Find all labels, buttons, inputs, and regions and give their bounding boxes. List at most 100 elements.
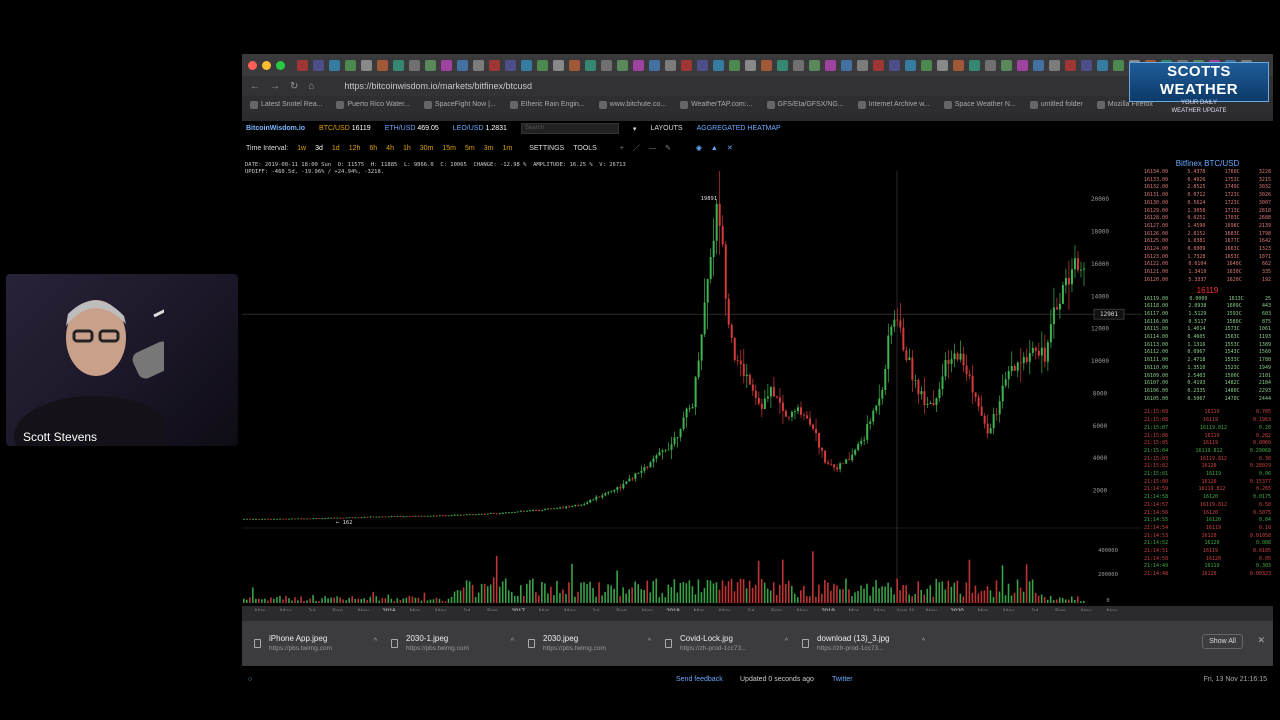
- browser-tab[interactable]: [457, 59, 468, 71]
- browser-tab[interactable]: [1001, 59, 1012, 71]
- pen-tool-icon[interactable]: ✎: [665, 144, 671, 152]
- browser-tab[interactable]: [649, 59, 660, 71]
- browser-tab[interactable]: [761, 59, 772, 71]
- interval-30m[interactable]: 30m: [420, 145, 434, 152]
- browser-tab[interactable]: [889, 59, 900, 71]
- browser-tab[interactable]: [633, 59, 644, 71]
- browser-tab[interactable]: [1113, 59, 1124, 71]
- chevron-up-icon[interactable]: ^: [922, 638, 925, 645]
- browser-tab[interactable]: [601, 59, 612, 71]
- camera-icon[interactable]: ◉: [696, 144, 702, 152]
- browser-tab[interactable]: [665, 59, 676, 71]
- interval-12h[interactable]: 12h: [349, 145, 361, 152]
- browser-tab[interactable]: [1049, 59, 1060, 71]
- browser-tab[interactable]: [585, 59, 596, 71]
- close-window-button[interactable]: [248, 60, 257, 70]
- browser-tab[interactable]: [937, 59, 948, 71]
- url-field[interactable]: https://bitcoinwisdom.io/markets/bitfine…: [344, 81, 532, 91]
- chevron-down-icon[interactable]: ▾: [633, 125, 637, 133]
- download-item[interactable]: 2030.jpeg https://pbs.twimg.com ^: [528, 634, 665, 654]
- browser-tab[interactable]: [617, 59, 628, 71]
- browser-tab[interactable]: [745, 59, 756, 71]
- browser-tab[interactable]: [1081, 59, 1092, 71]
- browser-tab[interactable]: [1017, 59, 1028, 71]
- browser-tab[interactable]: [345, 59, 356, 71]
- alert-icon[interactable]: ▲: [711, 145, 718, 152]
- tools-menu[interactable]: TOOLS: [573, 145, 597, 152]
- browser-tab[interactable]: [521, 59, 532, 71]
- download-item[interactable]: Covid-Lock.jpg https://zh-prod-1cc73... ^: [665, 634, 802, 654]
- bookmark-item[interactable]: Latest Snotel Rea...: [250, 100, 322, 109]
- browser-tab[interactable]: [297, 59, 308, 71]
- browser-tab[interactable]: [841, 59, 852, 71]
- chevron-up-icon[interactable]: ^: [511, 638, 514, 645]
- download-item[interactable]: 2030-1.jpeg https://pbs.twimg.com ^: [391, 634, 528, 654]
- browser-tab[interactable]: [1097, 59, 1108, 71]
- browser-tab[interactable]: [681, 59, 692, 71]
- browser-tab[interactable]: [377, 59, 388, 71]
- bookmark-item[interactable]: Puerto Rico Water...: [336, 100, 410, 109]
- bookmark-item[interactable]: GFS/Eta/GFSX/NG...: [766, 100, 844, 109]
- interval-6h[interactable]: 6h: [369, 145, 377, 152]
- chevron-up-icon[interactable]: ^: [374, 638, 377, 645]
- layouts-menu[interactable]: LAYOUTS: [650, 125, 682, 132]
- interval-1h[interactable]: 1h: [403, 145, 411, 152]
- chevron-up-icon[interactable]: ^: [785, 638, 788, 645]
- bookmark-item[interactable]: SpaceFight Now |...: [423, 100, 496, 109]
- browser-tab[interactable]: [729, 59, 740, 71]
- interval-3m[interactable]: 3m: [484, 145, 494, 152]
- minimize-window-button[interactable]: [262, 60, 271, 70]
- forward-icon[interactable]: →: [270, 81, 280, 92]
- browser-tab[interactable]: [985, 59, 996, 71]
- send-feedback-link[interactable]: Send feedback: [676, 676, 723, 683]
- browser-tab[interactable]: [489, 59, 500, 71]
- pair-ethusd[interactable]: ETH/USD 469.05: [385, 125, 439, 132]
- home-icon[interactable]: ⌂: [308, 81, 314, 92]
- bookmark-item[interactable]: Etheric Rain Engin...: [509, 100, 585, 109]
- browser-tab[interactable]: [361, 59, 372, 71]
- interval-1w[interactable]: 1w: [297, 145, 306, 152]
- browser-tab[interactable]: [425, 59, 436, 71]
- back-icon[interactable]: ←: [250, 81, 260, 92]
- browser-tab[interactable]: [1065, 59, 1076, 71]
- browser-tab[interactable]: [553, 59, 564, 71]
- bookmark-item[interactable]: Space Weather N...: [943, 100, 1016, 109]
- browser-tab[interactable]: [569, 59, 580, 71]
- maximize-window-button[interactable]: [276, 60, 285, 70]
- aggregated-heatmap-link[interactable]: AGGREGATED HEATMAP: [697, 125, 781, 132]
- browser-tab[interactable]: [441, 59, 452, 71]
- browser-tab[interactable]: [969, 59, 980, 71]
- browser-tab[interactable]: [409, 59, 420, 71]
- browser-tab[interactable]: [329, 59, 340, 71]
- line-tool-icon[interactable]: ／: [633, 143, 640, 153]
- download-item[interactable]: iPhone App.jpeg https://pbs.twimg.com ^: [254, 634, 391, 654]
- show-all-downloads-button[interactable]: Show All: [1202, 634, 1243, 649]
- price-chart[interactable]: 2000018000160001400012000100008000600040…: [242, 171, 1142, 611]
- close-icon[interactable]: ✕: [727, 144, 733, 152]
- browser-tab[interactable]: [873, 59, 884, 71]
- settings-menu[interactable]: SETTINGS: [529, 145, 564, 152]
- browser-tab[interactable]: [921, 59, 932, 71]
- twitter-link[interactable]: Twitter: [832, 676, 853, 683]
- browser-tab[interactable]: [825, 59, 836, 71]
- browser-tab[interactable]: [953, 59, 964, 71]
- reload-icon[interactable]: ↻: [290, 81, 298, 92]
- browser-tab[interactable]: [313, 59, 324, 71]
- close-downloads-icon[interactable]: ✕: [1257, 635, 1265, 646]
- pair-leousd[interactable]: LEO/USD 1.2831: [453, 125, 507, 132]
- site-logo[interactable]: BitcoinWisdom.io: [246, 125, 305, 132]
- interval-1d[interactable]: 1d: [332, 145, 340, 152]
- bookmark-item[interactable]: Internet Archive w...: [857, 100, 930, 109]
- browser-tab[interactable]: [473, 59, 484, 71]
- pair-btcusd[interactable]: BTC/USD 16119: [319, 125, 371, 132]
- interval-5m[interactable]: 5m: [465, 145, 475, 152]
- interval-1m[interactable]: 1m: [502, 145, 512, 152]
- interval-15m[interactable]: 15m: [442, 145, 456, 152]
- browser-tab[interactable]: [505, 59, 516, 71]
- browser-tab[interactable]: [393, 59, 404, 71]
- interval-4h[interactable]: 4h: [386, 145, 394, 152]
- browser-tab[interactable]: [713, 59, 724, 71]
- browser-tab[interactable]: [777, 59, 788, 71]
- interval-3d[interactable]: 3d: [315, 145, 323, 152]
- browser-tab[interactable]: [809, 59, 820, 71]
